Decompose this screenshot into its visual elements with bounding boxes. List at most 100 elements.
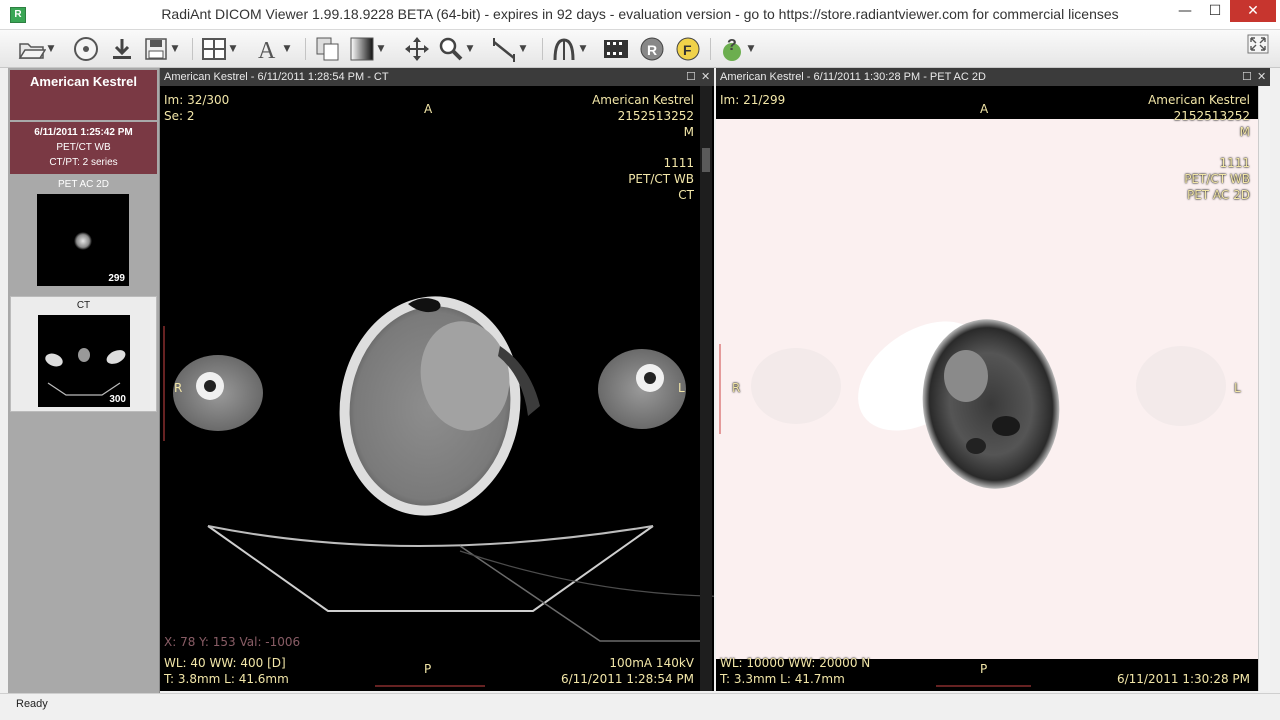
- patient-name-overlay: American Kestrel: [1148, 93, 1250, 107]
- contrast-icon: [348, 35, 376, 63]
- maximize-viewport-icon[interactable]: ☐: [1242, 68, 1252, 86]
- pan-button[interactable]: [403, 34, 431, 64]
- annotation-text-button[interactable]: A ▼: [254, 34, 292, 64]
- acquisition-overlay: 100mA 140kV: [609, 656, 694, 670]
- chevron-down-icon[interactable]: ▼: [170, 44, 180, 54]
- accession-overlay: 1111: [1219, 156, 1250, 170]
- study-desc-overlay: PET/CT WB: [628, 172, 694, 186]
- series-image-count: 300: [109, 394, 126, 405]
- svg-text:F: F: [683, 42, 692, 58]
- zoom-button[interactable]: ▼: [437, 34, 475, 64]
- chevron-down-icon[interactable]: ▼: [282, 44, 292, 54]
- film-icon: [602, 35, 630, 63]
- window-level-overlay: WL: 10000 WW: 20000 N: [720, 656, 871, 670]
- toolbar-separator: [710, 38, 711, 60]
- orientation-bottom: P: [980, 662, 988, 676]
- text-icon: A: [254, 35, 282, 63]
- thickness-overlay: T: 3.3mm L: 41.7mm: [720, 672, 845, 686]
- status-text: Ready: [16, 698, 48, 710]
- image-index: Im: 21/299: [720, 93, 786, 107]
- download-icon: [108, 35, 136, 63]
- patient-name[interactable]: American Kestrel: [10, 70, 157, 120]
- volume-render-button[interactable]: R: [638, 34, 666, 64]
- toolbar-separator: [305, 38, 306, 60]
- open-folder-button[interactable]: ▼: [18, 34, 56, 64]
- help-icon: ?: [718, 35, 746, 63]
- close-button[interactable]: ✕: [1230, 0, 1276, 22]
- maximize-button[interactable]: ☐: [1200, 0, 1230, 22]
- 3d-head-icon: R: [638, 35, 666, 63]
- mpr-button[interactable]: ▼: [550, 34, 588, 64]
- chevron-down-icon[interactable]: ▼: [465, 44, 475, 54]
- chevron-down-icon[interactable]: ▼: [746, 44, 756, 54]
- thickness-overlay: T: 3.8mm L: 41.6mm: [164, 672, 289, 686]
- chevron-down-icon[interactable]: ▼: [518, 44, 528, 54]
- save-button[interactable]: ▼: [142, 34, 180, 64]
- patient-id-overlay: 2152513252: [1173, 109, 1250, 123]
- close-viewport-icon[interactable]: ✕: [1257, 68, 1266, 86]
- svg-text:A: A: [258, 38, 276, 61]
- window-level-overlay: WL: 40 WW: 400 [D]: [164, 656, 286, 670]
- measure-line-button[interactable]: ▼: [490, 34, 528, 64]
- patient-id-overlay: 2152513252: [617, 109, 694, 123]
- viewport-header: American Kestrel - 6/11/2011 1:28:54 PM …: [160, 68, 714, 86]
- cine-button[interactable]: [602, 34, 630, 64]
- fullscreen-icon: [1247, 34, 1269, 54]
- study-desc-overlay: PET/CT WB: [1184, 172, 1250, 186]
- window-title: RadiAnt DICOM Viewer 1.99.18.9228 BETA (…: [161, 6, 1119, 22]
- study-item[interactable]: 6/11/2011 1:25:42 PM PET/CT WB CT/PT: 2 …: [10, 122, 157, 174]
- patient-sex-overlay: M: [1239, 125, 1250, 139]
- viewport-title: American Kestrel - 6/11/2011 1:30:28 PM …: [720, 71, 986, 83]
- fusion-button[interactable]: F: [674, 34, 702, 64]
- cursor-info: X: 78 Y: 153 Val: -1006: [164, 635, 301, 649]
- datetime-overlay: 6/11/2011 1:28:54 PM: [560, 672, 694, 686]
- chevron-down-icon[interactable]: ▼: [228, 44, 238, 54]
- accession-overlay: 1111: [663, 156, 694, 170]
- study-description: PET/CT WB: [56, 142, 111, 153]
- series-image-count: 299: [108, 273, 125, 284]
- scrollbar-thumb[interactable]: [702, 148, 710, 172]
- series-desc-overlay: PET AC 2D: [1186, 188, 1250, 202]
- close-viewport-icon[interactable]: ✕: [701, 68, 710, 86]
- mpr-icon: [550, 35, 578, 63]
- series-item-ct[interactable]: CT 300: [10, 296, 157, 412]
- viewport-ct[interactable]: American Kestrel - 6/11/2011 1:28:54 PM …: [160, 68, 714, 691]
- series-thumbnail: 300: [38, 315, 130, 407]
- minimize-button[interactable]: —: [1170, 0, 1200, 22]
- datetime-overlay: 6/11/2011 1:30:28 PM: [1116, 672, 1250, 686]
- save-icon: [142, 35, 170, 63]
- series-item-pet[interactable]: PET AC 2D 299: [10, 176, 157, 292]
- study-series-info: CT/PT: 2 series: [49, 157, 118, 168]
- viewport-pet[interactable]: American Kestrel - 6/11/2011 1:30:28 PM …: [716, 68, 1270, 691]
- folder-icon: [18, 35, 46, 63]
- series-label: PET AC 2D: [58, 179, 109, 190]
- toolbar-separator: [192, 38, 193, 60]
- orientation-right: L: [678, 381, 685, 395]
- svg-text:?: ?: [727, 37, 737, 54]
- chevron-down-icon[interactable]: ▼: [578, 44, 588, 54]
- pan-arrows-icon: [403, 35, 431, 63]
- pet-scrollbar[interactable]: [1258, 86, 1270, 691]
- svg-text:R: R: [647, 42, 657, 58]
- orientation-bottom: P: [424, 662, 432, 676]
- open-cd-button[interactable]: [72, 34, 100, 64]
- series-thumbnail: 299: [37, 194, 129, 286]
- modality-overlay: CT: [678, 188, 694, 202]
- study-sidebar: American Kestrel 6/11/2011 1:25:42 PM PE…: [8, 68, 160, 693]
- chevron-down-icon[interactable]: ▼: [376, 44, 386, 54]
- ct-scrollbar[interactable]: [700, 86, 712, 691]
- study-date: 6/11/2011 1:25:42 PM: [34, 127, 133, 138]
- layout-button[interactable]: ▼: [200, 34, 238, 64]
- orientation-left: R: [174, 381, 183, 395]
- chevron-down-icon[interactable]: ▼: [46, 44, 56, 54]
- help-button[interactable]: ? ▼: [718, 34, 756, 64]
- orientation-left: R: [732, 381, 741, 395]
- series-sync-button[interactable]: [314, 34, 342, 64]
- fusion-icon: F: [674, 35, 702, 63]
- patient-sex-overlay: M: [683, 125, 694, 139]
- maximize-viewport-icon[interactable]: ☐: [686, 68, 696, 86]
- fullscreen-button[interactable]: [1247, 34, 1269, 54]
- window-level-button[interactable]: ▼: [348, 34, 386, 64]
- download-button[interactable]: [108, 34, 136, 64]
- toolbar-separator: [542, 38, 543, 60]
